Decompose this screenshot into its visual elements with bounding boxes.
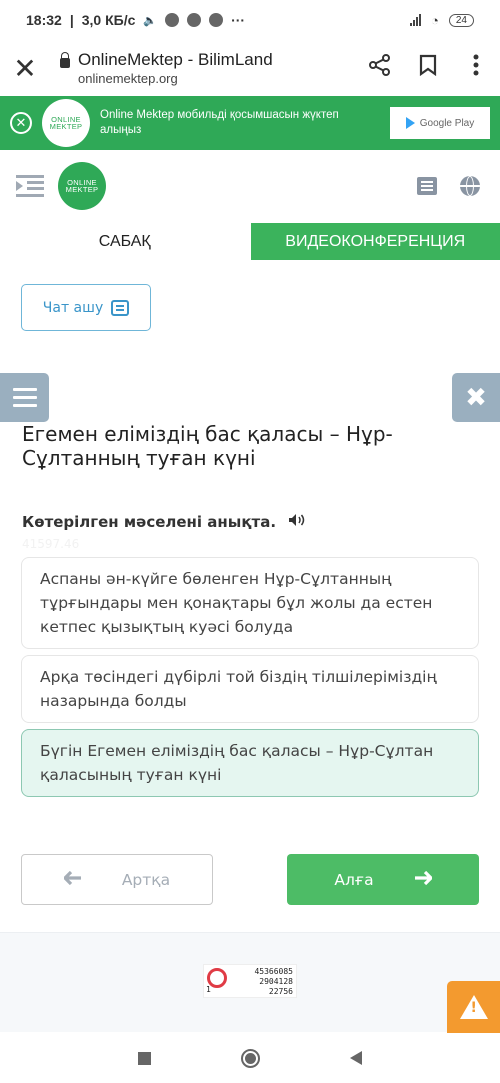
system-nav-bar (0, 1033, 500, 1083)
arrow-left-icon (62, 869, 82, 890)
chrome-icon (187, 13, 202, 27)
chrome-icon (165, 13, 180, 27)
tab-lesson[interactable]: САБАҚ (0, 223, 250, 260)
back-label: Артқа (121, 870, 171, 889)
banner-close-button[interactable]: ✕ (10, 112, 32, 134)
recents-button[interactable] (138, 1051, 151, 1065)
close-icon: ✕ (13, 52, 37, 84)
wifi-icon: ◔ (431, 12, 439, 28)
browser-menu-button[interactable] (452, 54, 500, 82)
hamburger-icon-line (12, 404, 37, 407)
page-title: OnlineMektep - BilimLand (78, 50, 273, 69)
answer-option[interactable]: Аспаны ән-күйге бөленген Нұр-Сұлтанның т… (21, 557, 479, 649)
close-lesson-button[interactable]: ✖ (452, 373, 500, 422)
counter-value: 45366085 (254, 967, 293, 976)
counter-value: 22756 (268, 987, 293, 996)
banner-logo: ONLINE MEKTEP (42, 99, 90, 147)
more-vert-icon (473, 54, 479, 76)
tab-videoconference[interactable]: ВИДЕОКОНФЕРЕНЦИЯ (250, 223, 500, 260)
site-logo[interactable]: ONLINE MEKTEP (58, 162, 106, 210)
battery-icon: 24 (448, 13, 474, 27)
share-button[interactable] (356, 54, 404, 82)
logo-text: MEKTEP (49, 122, 83, 131)
lesson-menu-button[interactable] (0, 373, 49, 422)
language-button[interactable] (460, 176, 480, 196)
arrow-right-icon (414, 869, 433, 890)
app-download-banner: ✕ ONLINE MEKTEP Online Mektep мобильді қ… (0, 96, 500, 150)
bookmark-button[interactable] (404, 54, 452, 82)
counter-corner: 1 (206, 985, 211, 994)
share-icon (369, 54, 390, 76)
answer-option[interactable]: Арқа төсіндегі дүбірлі той біздің тілшіл… (21, 655, 479, 723)
chat-icon (111, 299, 130, 316)
question-text: Көтерілген мәселені анықта. (22, 513, 277, 531)
answer-list: Аспаны ән-күйге бөленген Нұр-Сұлтанның т… (21, 557, 479, 803)
list-view-button[interactable] (417, 177, 437, 195)
visit-counter[interactable]: 1 45366085 2904128 22756 (203, 964, 297, 998)
browser-toolbar: ✕ OnlineMektep - BilimLand onlinemektep.… (0, 40, 500, 96)
close-icon: ✕ (15, 115, 27, 131)
close-tab-button[interactable]: ✕ (0, 52, 50, 85)
logo-text: MEKTEP (65, 185, 99, 194)
google-play-label: Google Play (419, 117, 475, 129)
browser-title-block[interactable]: OnlineMektep - BilimLand onlinemektep.or… (78, 50, 356, 86)
status-speed: 3,0 КБ/с (81, 12, 136, 28)
volume-icon: 🔈 (143, 14, 158, 27)
hamburger-icon-line (12, 396, 37, 399)
next-button[interactable]: Алға (287, 854, 479, 905)
vpn-icon (209, 13, 224, 27)
speaker-icon[interactable] (288, 513, 306, 531)
status-time: 18:32 (26, 12, 62, 28)
lesson-tabs: САБАҚ ВИДЕОКОНФЕРЕНЦИЯ (0, 223, 500, 260)
bookmark-icon (419, 54, 437, 77)
counter-values: 45366085 2904128 22756 (254, 967, 293, 997)
lesson-title: Егемен еліміздің бас қаласы – Нұр-Сұлтан… (22, 422, 393, 470)
close-icon: ✖ (465, 382, 487, 413)
page-url: onlinemektep.org (78, 71, 178, 86)
lock-icon (60, 52, 70, 68)
status-separator: | (69, 12, 74, 28)
chat-label: Чат ашу (42, 299, 104, 316)
back-button[interactable]: Артқа (21, 854, 213, 905)
answer-option-selected[interactable]: Бүгін Егемен еліміздің бас қаласы – Нұр-… (21, 729, 479, 797)
report-problem-button[interactable] (447, 981, 500, 1033)
hamburger-icon (12, 388, 37, 391)
warning-icon (459, 995, 488, 1019)
google-play-button[interactable]: Google Play (390, 107, 490, 139)
google-play-icon (405, 117, 415, 129)
counter-value: 2904128 (259, 977, 293, 986)
banner-text: Online Mektep мобильді қосымшасын жүктеп… (100, 109, 339, 136)
more-icon: ··· (231, 12, 246, 28)
question-prompt: Көтерілген мәселені анықта. (22, 513, 306, 531)
home-button[interactable] (241, 1048, 260, 1068)
signal-icon (410, 14, 422, 26)
site-header: ONLINE MEKTEP (0, 155, 500, 217)
sidebar-toggle-button[interactable] (16, 175, 44, 197)
status-bar: 18:32 | 3,0 КБ/с 🔈 ··· ◔ 24 (0, 0, 500, 40)
open-chat-button[interactable]: Чат ашу (21, 284, 151, 331)
back-nav-button[interactable] (350, 1051, 362, 1065)
next-label: Алға (334, 870, 374, 889)
question-id: 41597.46 (22, 537, 80, 551)
